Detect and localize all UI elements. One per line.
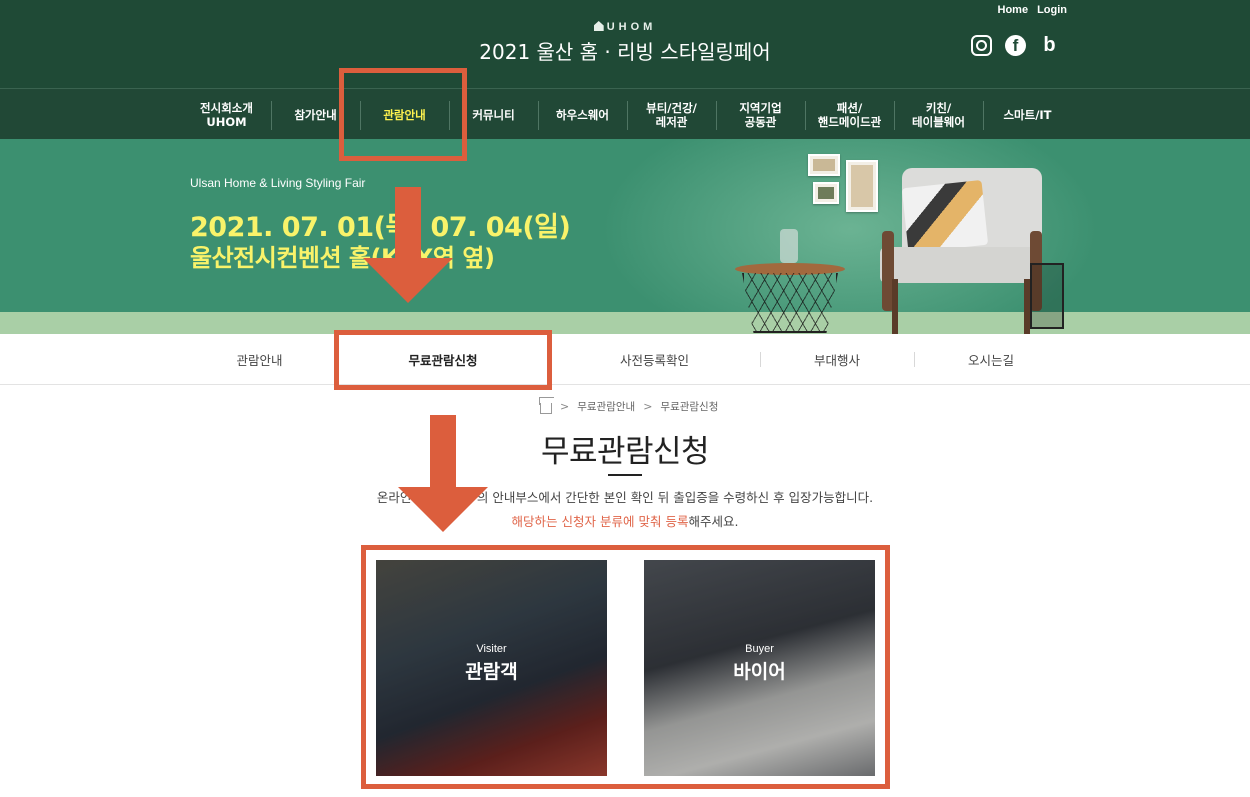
sub-tabs: 관람안내 무료관람신청 사전등록확인 부대행사 오시는길	[0, 334, 1250, 385]
annotation-arrow-down	[363, 187, 453, 303]
subtab-side-events[interactable]: 부대행사	[760, 334, 914, 385]
breadcrumb-item[interactable]: 무료관람신청	[660, 399, 718, 414]
nav-item-local-companies[interactable]: 지역기업 공동관	[716, 89, 805, 140]
description-line-1: 온라인 사전등 입구의 안내부스에서 간단한 본인 확인 뒤 출입증을 수령하신…	[376, 490, 874, 505]
breadcrumb-separator-icon: >	[560, 400, 570, 413]
logo-text: UHOM	[606, 21, 657, 33]
subtab-registration-check[interactable]: 사전등록확인	[549, 334, 760, 385]
instagram-icon[interactable]	[971, 35, 992, 56]
home-link[interactable]: Home	[998, 4, 1029, 16]
subtab-directions[interactable]: 오시는길	[914, 334, 1068, 385]
breadcrumb: > 무료관람안내 > 무료관람신청	[540, 399, 718, 414]
nav-item-beauty-health[interactable]: 뷰티/건강/ 레저관	[627, 89, 716, 140]
wall-frame	[808, 154, 840, 176]
page: Home Login UHOM 2021 울산 홈 · 리빙 스타일링페어 f …	[0, 0, 1250, 797]
top-links: Home Login	[998, 4, 1068, 16]
breadcrumb-separator-icon: >	[643, 400, 653, 413]
main-nav-items: 전시회소개 UHOM 참가안내 관람안내 커뮤니티 하우스웨어 뷰티/건강/ 레…	[182, 89, 1072, 140]
subtab-visitor-guide[interactable]: 관람안내	[182, 334, 337, 385]
description-line-2: 해당하는 신청자 분류에 맞춰 등록해주세요.	[0, 511, 1250, 530]
login-link[interactable]: Login	[1037, 4, 1067, 16]
site-header: Home Login UHOM 2021 울산 홈 · 리빙 스타일링페어 f …	[0, 0, 1250, 88]
vase	[780, 229, 798, 263]
cushion	[901, 179, 989, 254]
annotation-box-nav	[339, 68, 467, 161]
nav-item-smart-it[interactable]: 스마트/IT	[983, 89, 1072, 140]
annotation-arrow-down	[398, 415, 488, 532]
facebook-icon[interactable]: f	[1005, 35, 1026, 56]
annotation-box-cards	[361, 545, 890, 789]
breadcrumb-item[interactable]: 무료관람안내	[577, 399, 635, 414]
blog-icon[interactable]: b	[1039, 34, 1060, 56]
armchair-leg	[892, 279, 898, 334]
home-icon[interactable]	[540, 402, 552, 414]
sns-links: f b	[971, 34, 1060, 56]
hero-banner: Ulsan Home & Living Styling Fair 2021. 0…	[0, 139, 1250, 334]
title-underline	[608, 474, 642, 476]
nav-item-houseware[interactable]: 하우스웨어	[538, 89, 627, 140]
description-highlight: 해당하는 신청자 분류에 맞춰 등록	[511, 514, 689, 529]
main-nav: 전시회소개 UHOM 참가안내 관람안내 커뮤니티 하우스웨어 뷰티/건강/ 레…	[0, 88, 1250, 139]
description-rest: 해주세요.	[688, 514, 739, 529]
nav-item-exhibition-intro[interactable]: 전시회소개 UHOM	[182, 89, 271, 140]
side-table-base	[742, 273, 838, 333]
armchair-seat	[880, 247, 1040, 283]
page-title: 무료관람신청	[540, 434, 710, 470]
annotation-box-subtab	[334, 330, 552, 390]
nav-item-kitchen[interactable]: 키친/ 테이블웨어	[894, 89, 983, 140]
banner-subtitle: Ulsan Home & Living Styling Fair	[190, 176, 366, 190]
uhom-logo[interactable]: UHOM	[0, 21, 1250, 33]
site-title[interactable]: 2021 울산 홈 · 리빙 스타일링페어	[0, 36, 1250, 65]
wall-frame	[813, 182, 839, 204]
lantern	[1030, 263, 1064, 329]
nav-item-fashion-handmade[interactable]: 패션/ 핸드메이드관	[805, 89, 894, 140]
wall-frame	[846, 160, 878, 212]
house-icon	[593, 21, 604, 31]
